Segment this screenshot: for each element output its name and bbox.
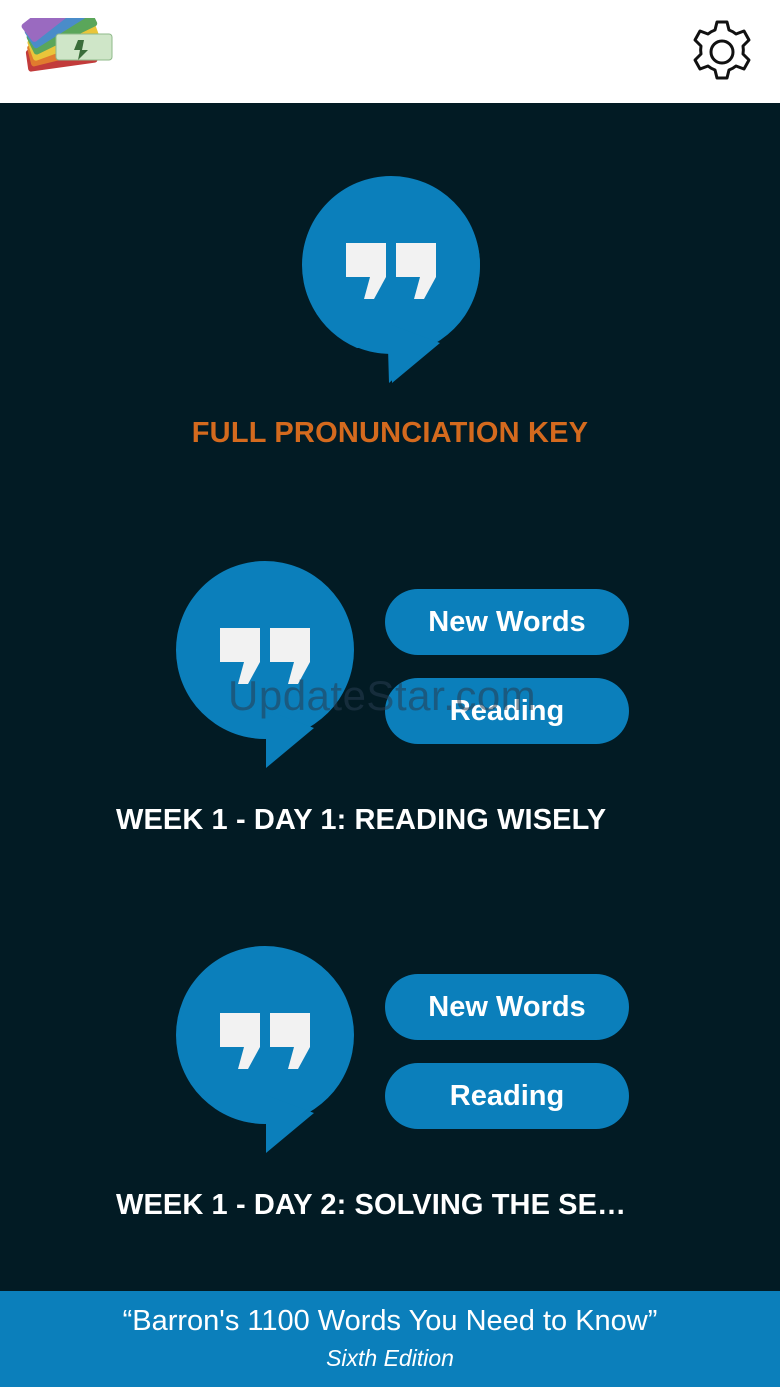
- flashcard-fan-logo: [21, 0, 113, 72]
- lesson-2-title: WEEK 1 - DAY 2: SOLVING THE SE…: [116, 1189, 627, 1221]
- settings-button[interactable]: [686, 16, 758, 88]
- lesson-1-new-words-button[interactable]: New Words: [385, 589, 629, 655]
- lesson-2-reading-button[interactable]: Reading: [385, 1063, 629, 1129]
- top-bar: [0, 0, 780, 103]
- lesson-2-new-words-button[interactable]: New Words: [385, 974, 629, 1040]
- footer-banner: “Barron's 1100 Words You Need to Know” S…: [0, 1291, 780, 1387]
- app-logo[interactable]: [20, 0, 116, 78]
- lesson-1-icon-button[interactable]: [174, 560, 356, 770]
- book-title: “Barron's 1100 Words You Need to Know”: [122, 1305, 658, 1337]
- quote-bubble-icon: [176, 946, 354, 1153]
- pronunciation-key-title[interactable]: FULL PRONUNCIATION KEY: [0, 417, 780, 450]
- edition-subtitle: Sixth Edition: [326, 1345, 454, 1371]
- lesson-2-icon-button[interactable]: [174, 945, 356, 1155]
- lesson-1-title: WEEK 1 - DAY 1: READING WISELY: [116, 804, 607, 836]
- quote-bubble-icon: [176, 561, 354, 768]
- lesson-1-reading-button[interactable]: Reading: [385, 678, 629, 744]
- gear-icon: [693, 20, 751, 80]
- pronunciation-key-button[interactable]: [300, 175, 482, 385]
- quote-bubble-icon: [302, 176, 480, 383]
